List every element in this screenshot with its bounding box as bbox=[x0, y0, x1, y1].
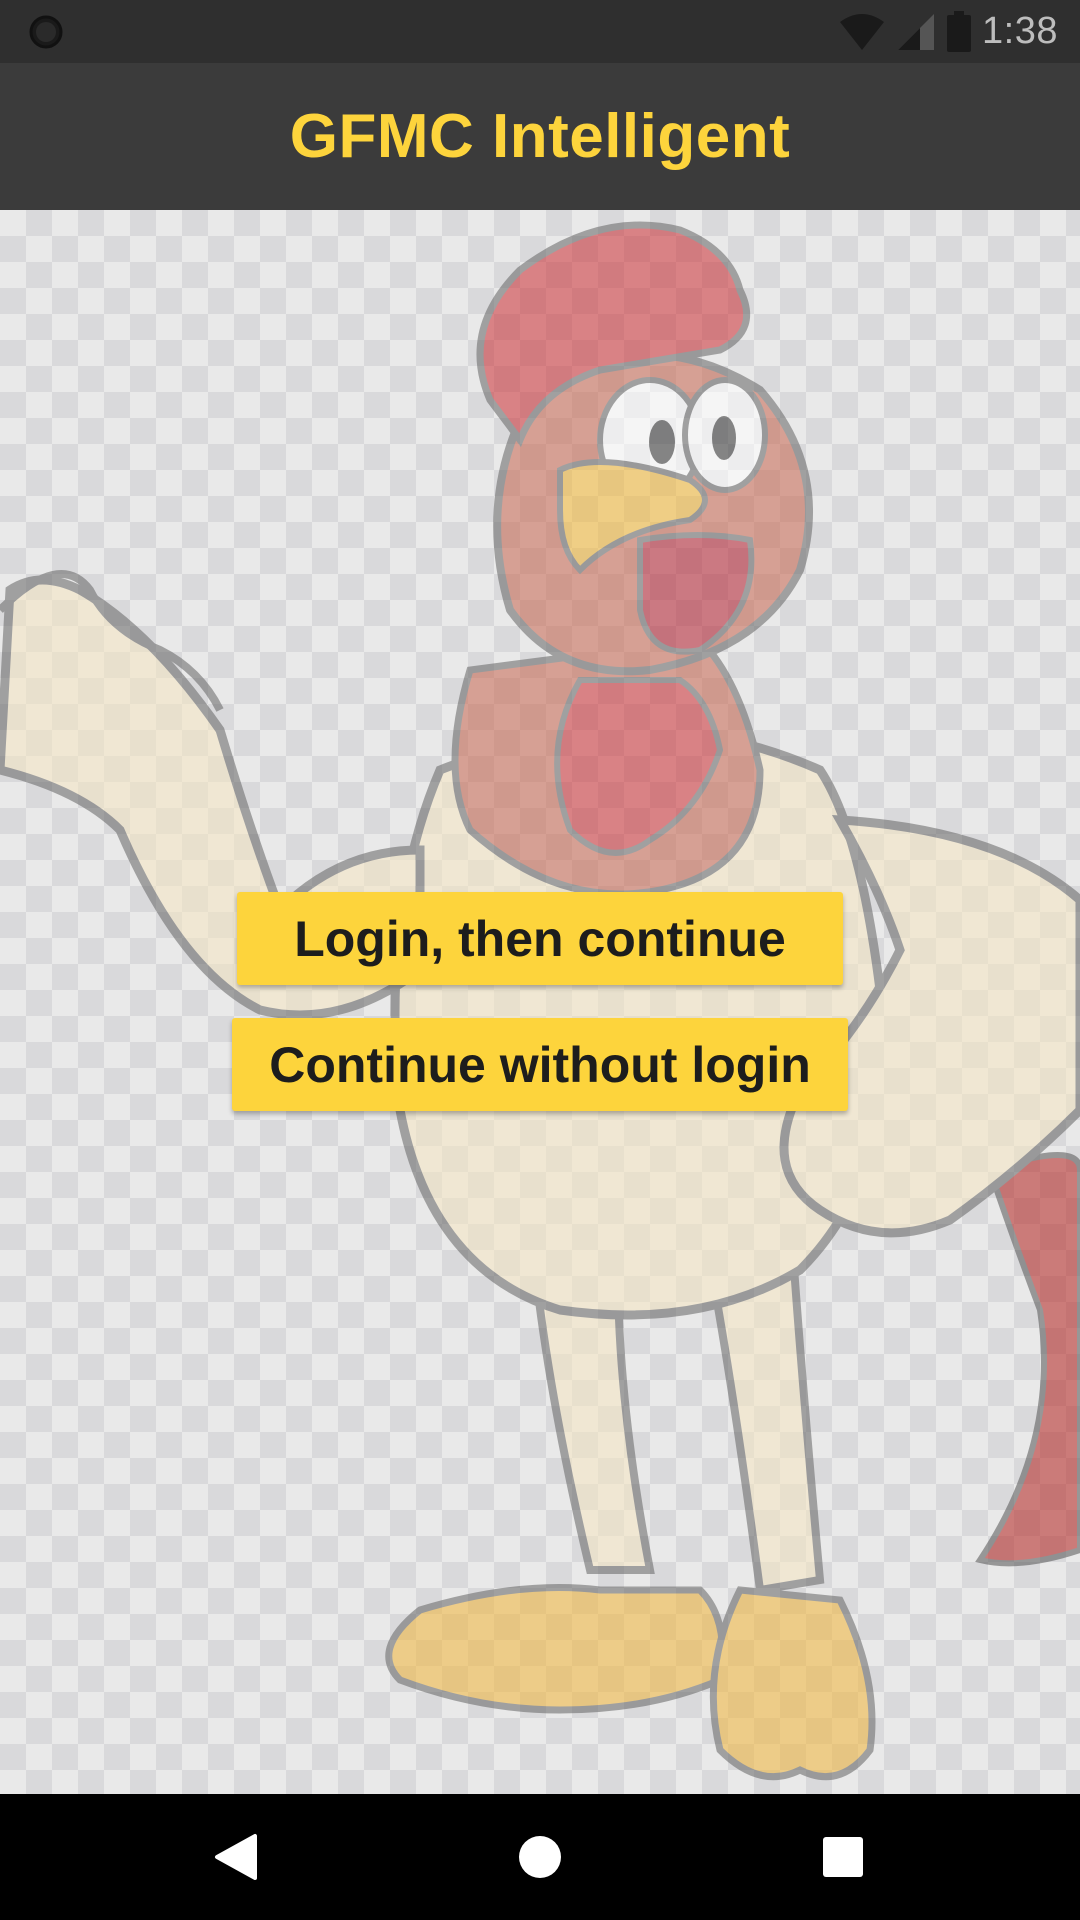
navigation-bar bbox=[0, 1794, 1080, 1920]
home-button[interactable] bbox=[507, 1824, 573, 1890]
app-screen: 1:38 GFMC Intelligent Login, then contin… bbox=[0, 0, 1080, 1920]
home-icon bbox=[519, 1836, 561, 1878]
status-time: 1:38 bbox=[982, 10, 1058, 52]
app-title: GFMC Intelligent bbox=[289, 102, 791, 171]
app-bar: GFMC Intelligent bbox=[0, 63, 1080, 210]
signal-icon bbox=[898, 13, 935, 50]
recents-icon bbox=[823, 1837, 863, 1877]
login-button[interactable]: Login, then continue bbox=[237, 892, 843, 985]
status-icons: 1:38 bbox=[838, 0, 1058, 63]
back-button[interactable] bbox=[203, 1824, 269, 1890]
main-content: Login, then continue Continue without lo… bbox=[0, 210, 1080, 1794]
recents-button[interactable] bbox=[810, 1824, 876, 1890]
back-icon bbox=[215, 1834, 257, 1880]
battery-icon bbox=[947, 10, 972, 52]
status-bar: 1:38 bbox=[0, 0, 1080, 63]
notification-circle-icon bbox=[29, 15, 63, 49]
rooster-mascot-image bbox=[0, 221, 1080, 1781]
continue-without-login-button[interactable]: Continue without login bbox=[232, 1018, 848, 1111]
wifi-icon bbox=[840, 13, 885, 50]
